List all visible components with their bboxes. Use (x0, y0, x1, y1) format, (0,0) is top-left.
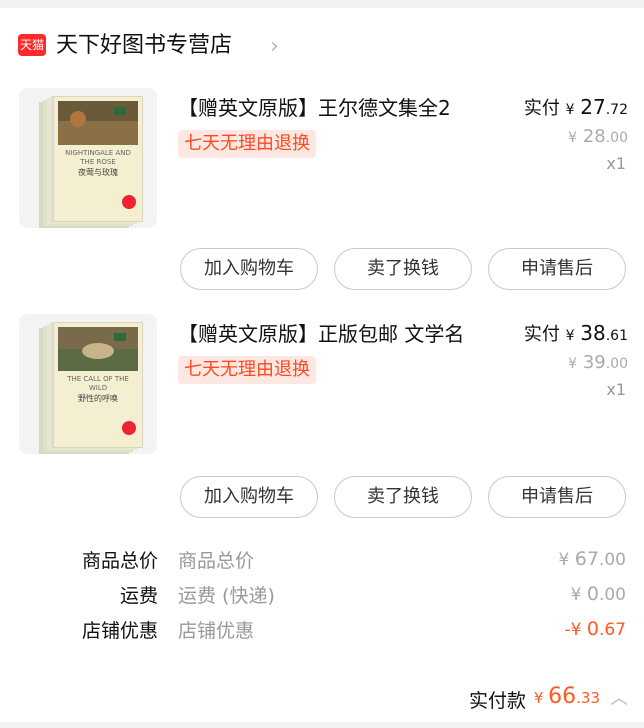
orig-dec: .00 (605, 356, 628, 372)
summary-amount-subtotal: ¥ 67.00 (559, 548, 626, 570)
cover-art (58, 327, 138, 371)
book-cover-image: THE CALL OF THE WILD 野性的呼唤 (53, 322, 143, 448)
paid-currency: ¥ (565, 328, 575, 344)
total-amount: ¥ 66.33 (534, 684, 600, 709)
amount-dec: .67 (598, 620, 626, 640)
cover-art (58, 101, 138, 145)
amount-dec: .00 (598, 585, 626, 605)
paid-price: 实付 ¥ 38.61 (524, 320, 628, 346)
resell-button[interactable]: 卖了换钱 (334, 476, 472, 518)
summary-label-discount: 店铺优惠 (81, 620, 158, 642)
after-sales-button[interactable]: 申请售后 (488, 476, 626, 518)
summary-label-subtotal: 商品总价 (81, 550, 158, 572)
product-title[interactable]: 【赠英文原版】王尔德文集全2 (178, 94, 508, 122)
total-label: 实付款 (468, 690, 526, 712)
product-title[interactable]: 【赠英文原版】正版包邮 文学名 (178, 320, 508, 348)
return-policy-badge: 七天无理由退换 (178, 356, 316, 384)
paid-dec: .61 (605, 328, 628, 344)
orig-currency: ¥ (568, 356, 578, 372)
add-to-cart-button[interactable]: 加入购物车 (180, 248, 318, 290)
amount-int: 67 (574, 548, 599, 570)
cover-sticker-icon (122, 421, 136, 435)
shop-name[interactable]: 天下好图书专营店 (56, 30, 232, 62)
paid-int: 27 (580, 95, 606, 119)
orig-dec: .00 (605, 130, 628, 146)
orig-int: 28 (582, 126, 606, 147)
paid-currency: ¥ (565, 102, 575, 118)
amount-currency: -¥ (564, 620, 582, 640)
add-to-cart-button[interactable]: 加入购物车 (180, 476, 318, 518)
cover-sticker-icon (122, 195, 136, 209)
resell-button[interactable]: 卖了换钱 (334, 248, 472, 290)
paid-int: 38 (580, 321, 606, 345)
order-card: 天猫 天下好图书专营店 › NIGHTINGALE AND THE ROSE 夜… (0, 8, 644, 722)
summary-value-discount: 店铺优惠 (178, 620, 255, 642)
product-thumbnail[interactable]: NIGHTINGALE AND THE ROSE 夜莺与玫瑰 (19, 88, 157, 228)
quantity: x1 (606, 154, 626, 173)
amount-int: 0 (586, 583, 599, 605)
after-sales-button[interactable]: 申请售后 (488, 248, 626, 290)
amount-int: 0 (586, 618, 599, 640)
tmall-logo-icon: 天猫 (18, 34, 46, 56)
product-thumbnail[interactable]: THE CALL OF THE WILD 野性的呼唤 (19, 314, 157, 454)
paid-dec: .72 (605, 102, 628, 118)
cover-english-title: NIGHTINGALE AND THE ROSE (65, 149, 131, 166)
summary-amount-shipping: ¥ 0.00 (571, 583, 626, 605)
quantity: x1 (606, 380, 626, 399)
total-dec: .33 (576, 689, 600, 707)
total-int: 66 (548, 684, 577, 709)
amount-currency: ¥ (570, 585, 582, 605)
paid-price: 实付 ¥ 27.72 (524, 94, 628, 120)
amount-dec: .00 (598, 550, 626, 570)
total-currency: ¥ (533, 689, 544, 707)
paid-label: 实付 (523, 324, 560, 345)
original-price: ¥ 28.00 (568, 126, 628, 147)
book-cover-image: NIGHTINGALE AND THE ROSE 夜莺与玫瑰 (53, 96, 143, 222)
chevron-up-icon[interactable]: ︿ (610, 684, 628, 710)
summary-amount-discount: -¥ 0.67 (565, 618, 627, 640)
orig-int: 39 (582, 352, 606, 373)
original-price: ¥ 39.00 (568, 352, 628, 373)
return-policy-badge: 七天无理由退换 (178, 130, 316, 158)
summary-value-shipping: 运费 (快递) (178, 585, 275, 607)
cover-english-title: THE CALL OF THE WILD (67, 375, 129, 392)
amount-currency: ¥ (558, 550, 570, 570)
paid-label: 实付 (523, 98, 560, 119)
cover-chinese-title: 夜莺与玫瑰 (78, 168, 118, 177)
summary-label-shipping: 运费 (119, 585, 158, 607)
summary-value-subtotal: 商品总价 (178, 550, 255, 572)
orig-currency: ¥ (568, 130, 578, 146)
chevron-right-icon[interactable]: › (270, 34, 279, 59)
cover-chinese-title: 野性的呼唤 (78, 394, 118, 403)
